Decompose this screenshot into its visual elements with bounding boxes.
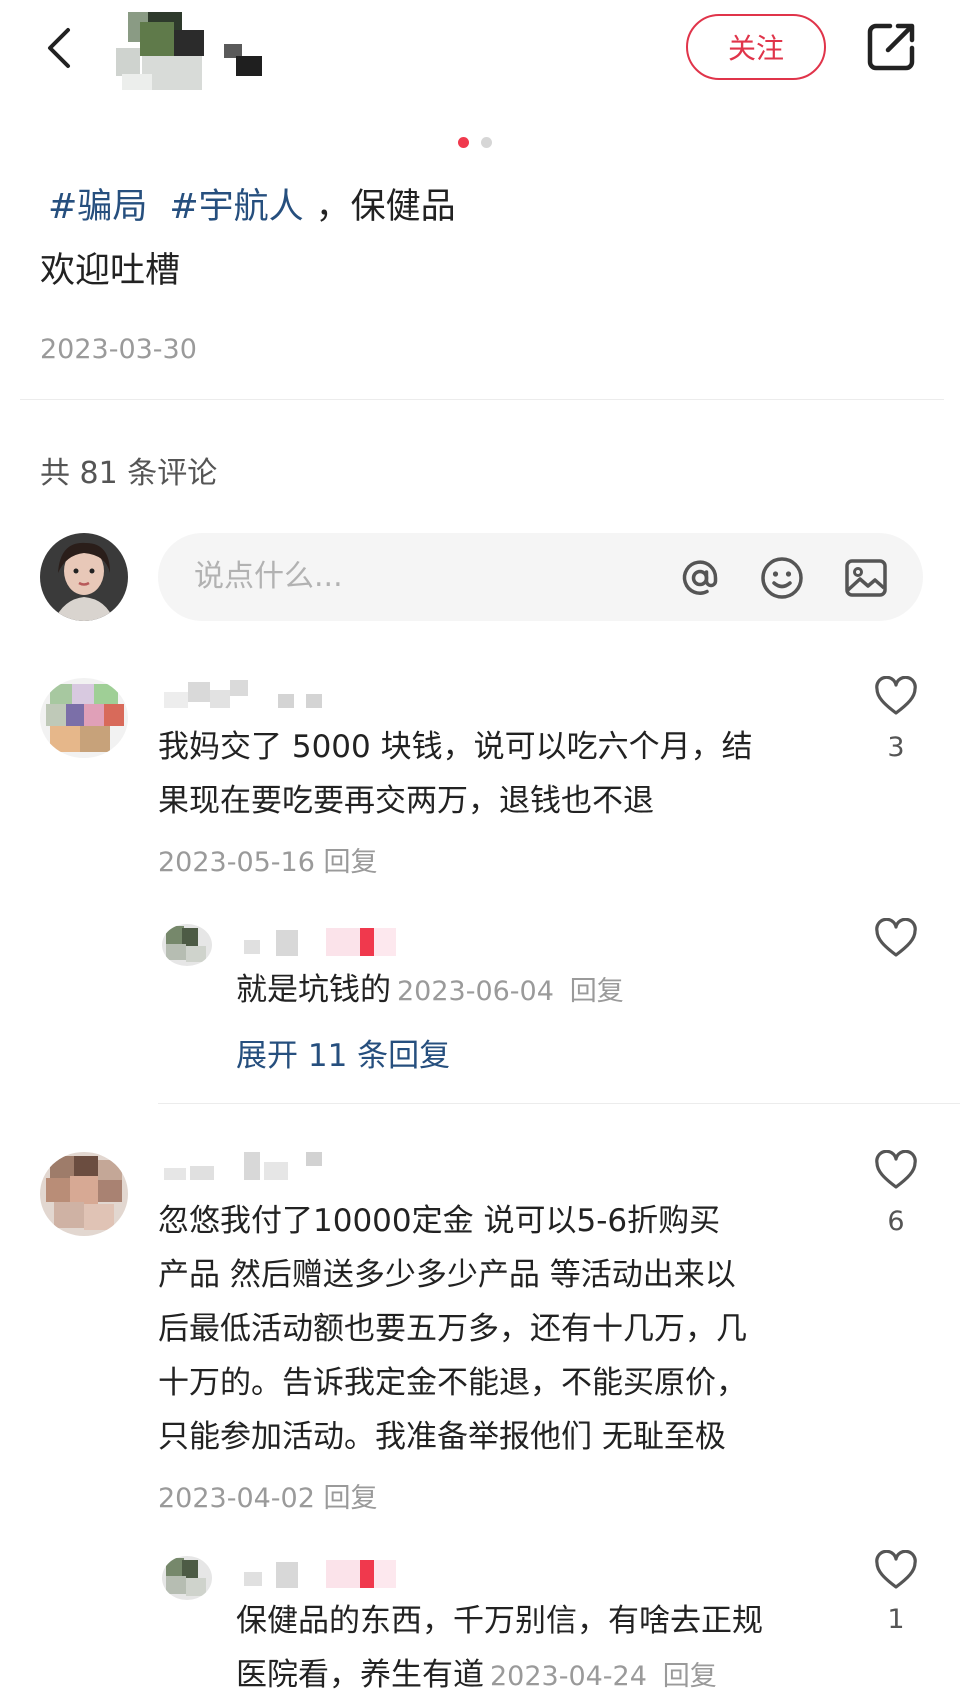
- comment-text-line: 忽悠我付了10000定金 说可以5-6折购买: [158, 1203, 721, 1239]
- follow-button[interactable]: 关注: [686, 14, 826, 80]
- like-heart-icon[interactable]: [874, 1149, 918, 1190]
- commenter-avatar[interactable]: [40, 1152, 128, 1236]
- pager-dot: [481, 137, 492, 148]
- reply-link[interactable]: 回复: [324, 1483, 378, 1514]
- reply-avatar[interactable]: [162, 1556, 212, 1600]
- share-icon[interactable]: [862, 18, 920, 76]
- like-count: 6: [887, 1206, 905, 1237]
- post-date: 2023-03-30: [40, 334, 197, 365]
- comment-meta: 2023-05-16 回复: [158, 840, 378, 879]
- reply-text-line: 保健品的东西，千万别信，有啥去正规: [236, 1603, 763, 1639]
- commenter-avatar[interactable]: [40, 678, 128, 758]
- image-icon[interactable]: [842, 554, 890, 602]
- like-count: 1: [887, 1604, 905, 1635]
- comment-text-line: 后最低活动额也要五万多，还有十几万，几: [158, 1311, 747, 1347]
- comment-date: 2023-04-02: [158, 1483, 315, 1514]
- reply-date: 2023-04-24: [490, 1661, 647, 1692]
- author-name[interactable]: [212, 40, 268, 76]
- expand-replies-link[interactable]: 展开 11 条回复: [236, 1030, 450, 1075]
- mention-icon[interactable]: [676, 554, 724, 602]
- reply-avatar[interactable]: [162, 924, 212, 966]
- comment-input-placeholder: 说点什么...: [194, 559, 343, 594]
- comment-text: 我妈交了 5000 块钱，说可以吃六个月，结 果现在要吃要再交两万，退钱也不退: [158, 720, 838, 828]
- reply-text: 就是坑钱的: [236, 972, 391, 1008]
- comment-input[interactable]: 说点什么...: [158, 533, 923, 621]
- post-text-rest: ，保健品: [315, 187, 456, 227]
- commenter-name[interactable]: [160, 1148, 330, 1186]
- current-user-avatar[interactable]: [40, 533, 128, 621]
- divider: [20, 399, 944, 400]
- reply-text: 保健品的东西，千万别信，有啥去正规 医院看，养生有道 2023-04-24 回复: [236, 1594, 856, 1704]
- reply-text-line-meta: 医院看，养生有道 2023-04-24 回复: [236, 1648, 856, 1704]
- comment-text-line: 产品 然后赠送多少多少产品 等活动出来以: [158, 1257, 736, 1293]
- post-text-line-2: 欢迎吐槽: [40, 251, 181, 291]
- comment-text: 忽悠我付了10000定金 说可以5-6折购买 产品 然后赠送多少多少产品 等活动…: [158, 1194, 838, 1464]
- reply-link[interactable]: 回复: [663, 1661, 717, 1692]
- pager-dot-active: [458, 137, 469, 148]
- comment-text-line: 果现在要吃要再交两万，退钱也不退: [158, 783, 654, 819]
- like-count: 3: [887, 732, 905, 763]
- post-text-line-1: #骗局 #宇航人 ，保健品: [40, 182, 456, 232]
- like-heart-icon[interactable]: [874, 1549, 918, 1590]
- emoji-icon[interactable]: [758, 554, 806, 602]
- like-heart-icon[interactable]: [874, 675, 918, 716]
- comment-text-line: 只能参加活动。我准备举报他们 无耻至极: [158, 1419, 726, 1455]
- hashtag-link[interactable]: #骗局: [48, 187, 147, 227]
- reply-text-line: 就是坑钱的 2023-06-04 回复: [236, 966, 624, 1016]
- hashtag-link[interactable]: #宇航人: [169, 187, 303, 227]
- reply-author-name[interactable]: [240, 924, 410, 962]
- divider: [158, 1103, 960, 1104]
- reply-link[interactable]: 回复: [324, 847, 378, 878]
- reply-link[interactable]: 回复: [570, 976, 624, 1007]
- reply-date: 2023-06-04: [397, 976, 554, 1007]
- comment-text-line: 我妈交了 5000 块钱，说可以吃六个月，结: [158, 729, 753, 765]
- back-icon[interactable]: [40, 18, 84, 78]
- comment-count: 共 81 条评论: [40, 456, 218, 491]
- comment-date: 2023-05-16: [158, 847, 315, 878]
- like-heart-icon[interactable]: [874, 917, 918, 958]
- commenter-name[interactable]: [160, 676, 330, 716]
- reply-author-name[interactable]: [240, 1556, 410, 1594]
- comment-text-line: 十万的。告诉我定金不能退，不能买原价，: [158, 1365, 747, 1401]
- reply-text-line: 医院看，养生有道: [236, 1657, 484, 1693]
- author-avatar[interactable]: [112, 8, 212, 92]
- comment-meta: 2023-04-02 回复: [158, 1476, 378, 1515]
